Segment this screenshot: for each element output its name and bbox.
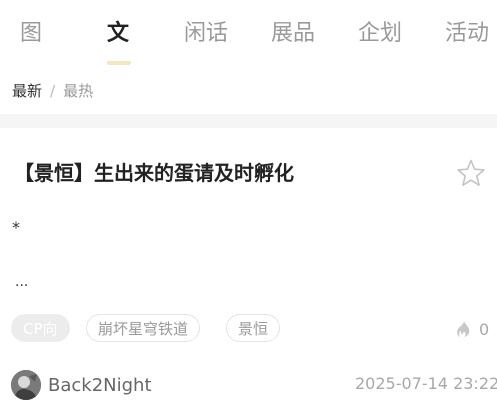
avatar-image bbox=[11, 370, 41, 400]
tab-exhibits[interactable]: 展品 bbox=[271, 19, 315, 49]
hot-stat: 0 bbox=[456, 318, 489, 340]
hot-count: 0 bbox=[479, 319, 490, 339]
post-title[interactable]: 【景恒】生出来的蛋请及时孵化 bbox=[14, 158, 294, 188]
category-tabs: 图 文 闲话 展品 企划 活动 bbox=[0, 0, 497, 70]
tag-ship[interactable]: 景恒 bbox=[226, 314, 281, 342]
tag-cp[interactable]: CP向 bbox=[11, 314, 70, 342]
tab-image[interactable]: 图 bbox=[20, 19, 42, 49]
tag-fandom[interactable]: 崩坏星穹铁道 bbox=[86, 314, 201, 342]
post-excerpt-line-1: * bbox=[12, 218, 20, 237]
favorite-button[interactable] bbox=[454, 157, 488, 191]
author-name[interactable]: Back2Night bbox=[48, 375, 152, 396]
post-excerpt-line-2: ... bbox=[15, 274, 29, 290]
sort-separator: / bbox=[50, 82, 56, 100]
flame-icon bbox=[457, 320, 470, 337]
star-outline-icon bbox=[457, 159, 485, 186]
tab-text[interactable]: 文 bbox=[107, 19, 129, 49]
active-tab-indicator bbox=[107, 61, 131, 65]
tab-projects[interactable]: 企划 bbox=[358, 19, 402, 49]
section-divider bbox=[0, 114, 497, 128]
author-info[interactable]: Back2Night bbox=[11, 369, 152, 401]
tab-chat[interactable]: 闲话 bbox=[184, 19, 228, 49]
avatar[interactable] bbox=[11, 370, 41, 400]
post-timestamp: 2025-07-14 23:22 bbox=[355, 374, 497, 393]
sort-latest[interactable]: 最新 bbox=[12, 82, 42, 100]
tab-events[interactable]: 活动 bbox=[445, 19, 489, 49]
sort-bar: 最新 / 最热 bbox=[12, 80, 93, 102]
sort-hot[interactable]: 最热 bbox=[63, 82, 93, 100]
